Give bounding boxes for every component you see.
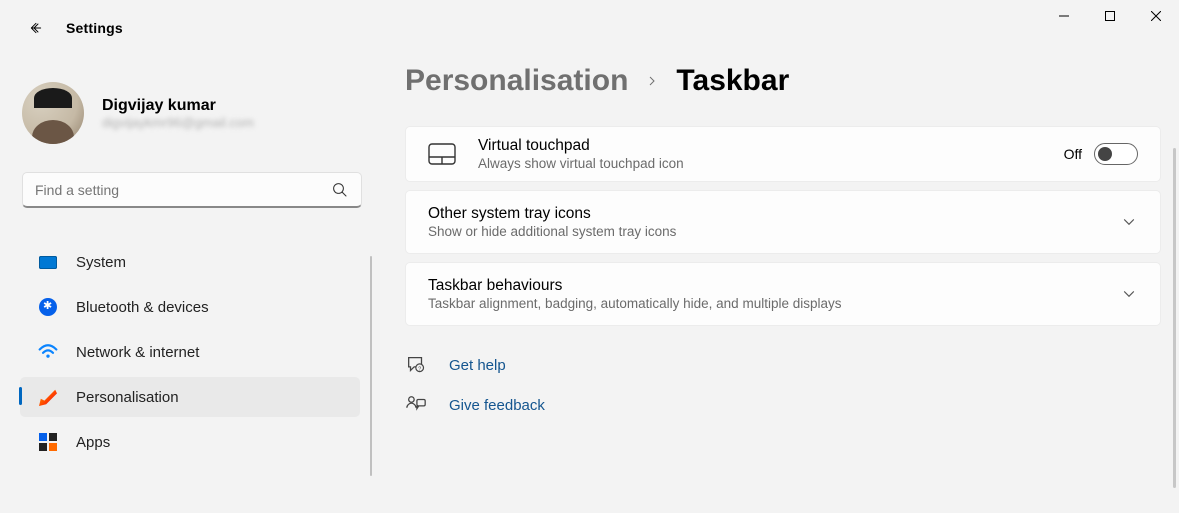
link-label: Get help	[449, 357, 506, 374]
back-button[interactable]	[26, 18, 46, 38]
search-input[interactable]	[35, 182, 331, 198]
page-title: Taskbar	[676, 64, 789, 98]
bluetooth-icon	[38, 297, 58, 317]
sidebar-item-label: Apps	[76, 434, 110, 451]
window-close-button[interactable]	[1133, 0, 1179, 32]
setting-subtitle: Show or hide additional system tray icon…	[428, 224, 1120, 239]
help-icon: ?	[405, 354, 427, 376]
svg-text:?: ?	[418, 367, 421, 373]
account-name: Digvijay kumar	[102, 97, 254, 115]
avatar	[22, 82, 84, 144]
setting-subtitle: Always show virtual touchpad icon	[478, 156, 1064, 171]
setting-title: Taskbar behaviours	[428, 277, 1120, 295]
breadcrumb: Personalisation Taskbar	[405, 64, 1161, 98]
setting-title: Other system tray icons	[428, 205, 1120, 223]
breadcrumb-parent[interactable]: Personalisation	[405, 64, 628, 98]
search-field[interactable]	[22, 172, 362, 208]
sidebar-item-label: Personalisation	[76, 389, 179, 406]
sidebar-item-personalisation[interactable]: Personalisation	[20, 377, 360, 417]
sidebar-item-label: System	[76, 254, 126, 271]
search-icon	[331, 181, 349, 199]
feedback-icon	[405, 394, 427, 416]
get-help-link[interactable]: ? Get help	[405, 354, 1161, 376]
setting-other-tray-icons[interactable]: Other system tray icons Show or hide add…	[405, 190, 1161, 254]
virtual-touchpad-toggle[interactable]	[1094, 143, 1138, 165]
setting-title: Virtual touchpad	[478, 137, 1064, 155]
app-title: Settings	[66, 20, 123, 36]
chevron-right-icon	[646, 71, 658, 92]
wifi-icon	[38, 342, 58, 362]
sidebar-item-apps[interactable]: Apps	[20, 422, 360, 462]
chevron-down-icon	[1120, 213, 1138, 231]
monitor-icon	[38, 252, 58, 272]
paintbrush-icon	[38, 387, 58, 407]
sidebar-item-bluetooth[interactable]: Bluetooth & devices	[20, 287, 360, 327]
sidebar-item-label: Network & internet	[76, 344, 199, 361]
link-label: Give feedback	[449, 397, 545, 414]
sidebar-scrollbar[interactable]	[370, 256, 372, 476]
window-minimize-button[interactable]	[1041, 0, 1087, 32]
window-maximize-button[interactable]	[1087, 0, 1133, 32]
sidebar-item-network[interactable]: Network & internet	[20, 332, 360, 372]
setting-taskbar-behaviours[interactable]: Taskbar behaviours Taskbar alignment, ba…	[405, 262, 1161, 326]
setting-subtitle: Taskbar alignment, badging, automaticall…	[428, 296, 1120, 311]
apps-icon	[38, 432, 58, 452]
touchpad-icon	[428, 143, 456, 165]
give-feedback-link[interactable]: Give feedback	[405, 394, 1161, 416]
toggle-state-label: Off	[1064, 146, 1082, 162]
sidebar-item-label: Bluetooth & devices	[76, 299, 209, 316]
setting-virtual-touchpad: Virtual touchpad Always show virtual tou…	[405, 126, 1161, 182]
chevron-down-icon	[1120, 285, 1138, 303]
sidebar-item-system[interactable]: System	[20, 242, 360, 282]
account-email: digvijaykmr96@gmail.com	[102, 115, 254, 130]
account-row[interactable]: Digvijay kumar digvijaykmr96@gmail.com	[0, 74, 370, 162]
main-scrollbar[interactable]	[1173, 148, 1176, 488]
